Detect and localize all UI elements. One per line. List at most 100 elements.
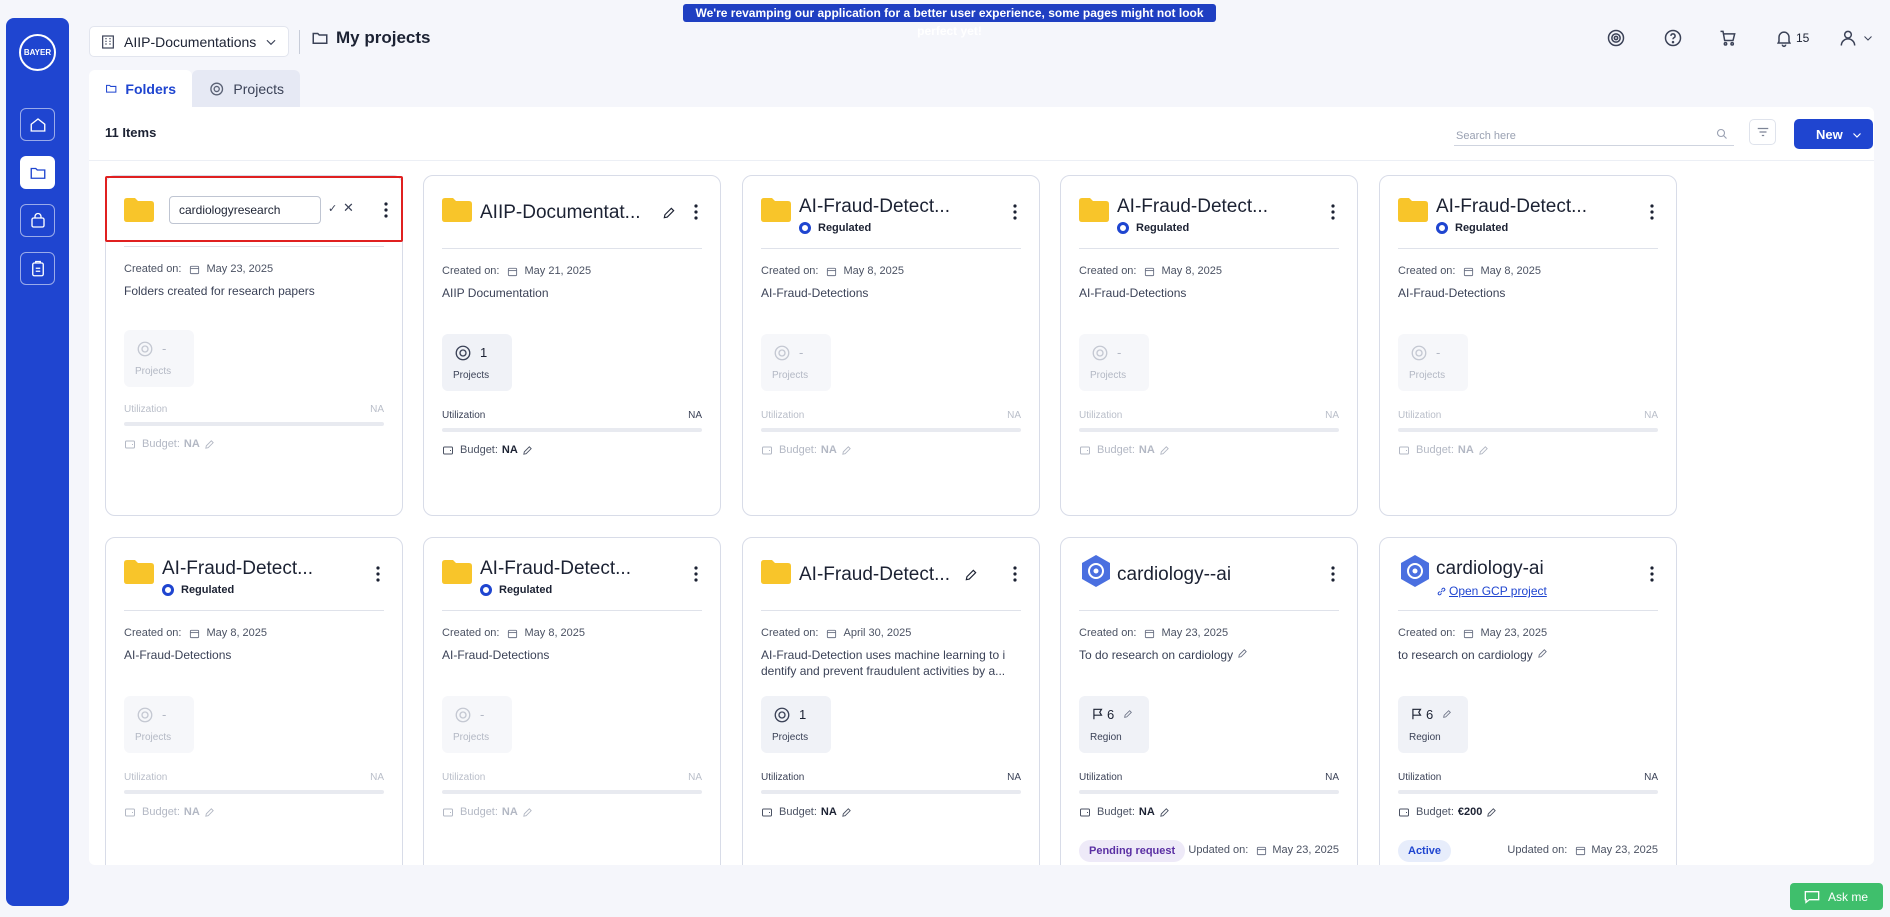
card-title[interactable]: AIIP-Documentat... <box>480 202 641 224</box>
folder-card[interactable]: AI-Fraud-Detect... Regulated Created on: Ma… <box>742 175 1040 516</box>
card-title[interactable]: AI-Fraud-Detect... <box>799 564 950 586</box>
utilization-bar <box>1079 790 1339 794</box>
utilization-label: Utilization <box>124 772 168 783</box>
pencil-icon[interactable] <box>841 807 852 818</box>
card-title[interactable]: cardiology-ai <box>1436 558 1544 580</box>
card-title[interactable]: AI-Fraud-Detect... <box>1117 196 1268 218</box>
sidebar-store-button[interactable] <box>20 204 55 237</box>
utilization-bar <box>124 422 384 426</box>
pencil-icon[interactable] <box>204 807 215 818</box>
created-label: Created on: <box>1079 627 1137 639</box>
created-label: Created on: <box>442 627 500 639</box>
pencil-icon[interactable] <box>1237 648 1248 659</box>
created-date: May 23, 2025 <box>1161 627 1229 639</box>
created-date: May 8, 2025 <box>843 265 905 277</box>
utilization: Utilization NA <box>442 772 702 783</box>
pencil-icon[interactable] <box>964 568 978 582</box>
folder-card[interactable]: AI-Fraud-Detect... Created on: April 30, 2… <box>742 537 1040 865</box>
regulated-badge: Regulated <box>1117 222 1189 234</box>
more-options-icon[interactable] <box>1646 564 1658 584</box>
folder-card[interactable]: AI-Fraud-Detect... Regulated Created on: Ma… <box>1060 175 1358 516</box>
folder-card[interactable]: AIIP-Documentat... Created on: May 21, 202… <box>423 175 721 516</box>
utilization-value: NA <box>1007 410 1021 421</box>
card-divider <box>761 610 1021 611</box>
workspace-selector[interactable]: AIIP-Documentations <box>89 26 289 57</box>
utilization-bar <box>761 790 1021 794</box>
created-label: Created on: <box>761 265 819 277</box>
pencil-icon[interactable] <box>522 807 533 818</box>
pencil-icon[interactable] <box>1442 709 1452 719</box>
project-card[interactable]: cardiology-ai Open GCP project Created on:… <box>1379 537 1677 865</box>
sidebar-home-button[interactable] <box>20 108 55 141</box>
projects-label: Projects <box>772 370 809 381</box>
utilization-label: Utilization <box>124 404 168 415</box>
created-label: Created on: <box>442 265 500 277</box>
cart-button[interactable] <box>1718 26 1738 50</box>
folder-card[interactable]: AI-Fraud-Detect... Regulated Created on: Ma… <box>105 537 403 865</box>
ai-icon-button[interactable] <box>1606 26 1626 50</box>
pencil-icon[interactable] <box>1123 709 1133 719</box>
more-options-icon[interactable] <box>1327 202 1339 222</box>
pencil-icon[interactable] <box>1478 445 1489 456</box>
utilization-value: NA <box>1325 772 1339 783</box>
card-description: Folders created for research papers <box>124 284 315 298</box>
utilization-bar <box>1079 428 1339 432</box>
sidebar-clipboard-button[interactable] <box>20 252 55 285</box>
notifications-button[interactable]: 15 <box>1774 26 1809 50</box>
more-options-icon[interactable] <box>372 564 384 584</box>
folder-card[interactable]: AI-Fraud-Detect... Regulated Created on: Ma… <box>423 537 721 865</box>
created-label: Created on: <box>124 627 182 639</box>
pencil-icon[interactable] <box>522 445 533 456</box>
budget-value: NA <box>183 438 200 450</box>
filter-button[interactable] <box>1749 119 1776 145</box>
card-title[interactable]: cardiology--ai <box>1117 564 1231 586</box>
card-title[interactable]: AI-Fraud-Detect... <box>1436 196 1587 218</box>
updated-label: Updated on: <box>1188 844 1249 856</box>
tab-folders[interactable]: Folders <box>89 70 192 107</box>
calendar-icon <box>508 629 518 638</box>
regulated-badge: Regulated <box>799 222 871 234</box>
folder-card[interactable]: AI-Fraud-Detect... Regulated Created on: Ma… <box>1379 175 1677 516</box>
calendar-icon <box>1464 629 1474 638</box>
more-options-icon[interactable] <box>1009 564 1021 584</box>
pencil-icon[interactable] <box>1159 445 1170 456</box>
card-divider <box>442 610 702 611</box>
description-text: AI-Fraud-Detections <box>442 648 550 662</box>
utilization-label: Utilization <box>442 772 486 783</box>
utilization-value: NA <box>370 404 384 415</box>
ask-me-button[interactable]: Ask me <box>1790 883 1883 910</box>
new-button[interactable]: New <box>1794 119 1873 149</box>
help-icon <box>1664 29 1682 47</box>
more-options-icon[interactable] <box>690 202 702 222</box>
bayer-logo[interactable]: BAYER <box>19 34 56 71</box>
created-on: Created on: May 8, 2025 <box>761 265 904 277</box>
search-input[interactable]: Search here <box>1454 122 1734 146</box>
pencil-icon[interactable] <box>1537 648 1548 659</box>
tab-projects[interactable]: Projects <box>192 70 300 107</box>
more-options-icon[interactable] <box>1009 202 1021 222</box>
projects-count: - <box>1117 345 1122 360</box>
help-button[interactable] <box>1663 26 1683 50</box>
created-on: Created on: May 8, 2025 <box>442 627 585 639</box>
pencil-icon[interactable] <box>1159 807 1170 818</box>
open-gcp-link[interactable]: Open GCP project <box>1436 584 1547 598</box>
pencil-icon[interactable] <box>1486 807 1497 818</box>
pencil-icon[interactable] <box>662 206 676 220</box>
more-options-icon[interactable] <box>1327 564 1339 584</box>
pencil-icon[interactable] <box>841 445 852 456</box>
budget-value: NA <box>820 806 837 818</box>
card-title[interactable]: AI-Fraud-Detect... <box>162 558 313 580</box>
search-placeholder: Search here <box>1456 130 1516 142</box>
utilization-bar <box>761 428 1021 432</box>
more-options-icon[interactable] <box>1646 202 1658 222</box>
user-menu-button[interactable] <box>1838 26 1874 50</box>
sidebar-folders-button[interactable] <box>20 156 55 189</box>
item-count: 11 Items <box>105 125 157 140</box>
page-title-text: My projects <box>336 28 431 47</box>
description-text: AI-Fraud-Detections <box>124 648 232 662</box>
card-title[interactable]: AI-Fraud-Detect... <box>799 196 950 218</box>
project-card[interactable]: cardiology--ai Created on: May 23, 2025 To … <box>1060 537 1358 865</box>
more-options-icon[interactable] <box>690 564 702 584</box>
card-title[interactable]: AI-Fraud-Detect... <box>480 558 631 580</box>
pencil-icon[interactable] <box>204 439 215 450</box>
